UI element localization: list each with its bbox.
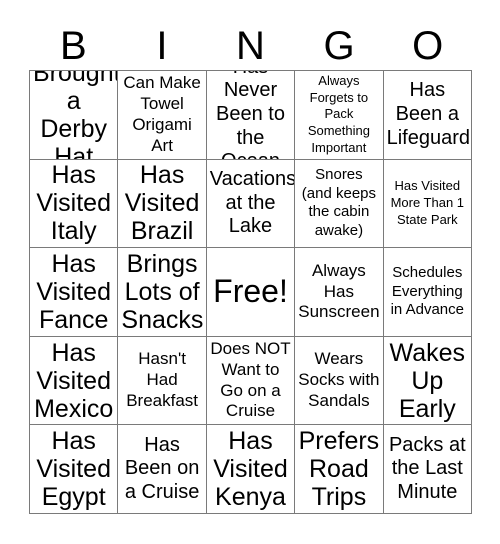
bingo-cell-text: Can Make Towel Origami Art xyxy=(123,73,201,155)
bingo-cell-text: Always Has Sunscreen xyxy=(298,260,380,322)
bingo-cell-text: Hasn't Had Breakfast xyxy=(126,349,198,410)
bingo-cell-text: Has Visited Kenya xyxy=(213,427,288,512)
bingo-card: B I N G O Brought a Derby Hat Can Make T… xyxy=(0,0,500,544)
bingo-cell-o4[interactable]: Wakes Up Early xyxy=(383,336,472,426)
bingo-cell-text: Has Never Been to the Ocean xyxy=(216,71,285,159)
bingo-cell-n5[interactable]: Has Visited Kenya xyxy=(206,425,296,514)
bingo-cell-g5[interactable]: Prefers Road Trips xyxy=(295,425,384,514)
bingo-cell-text: Wakes Up Early xyxy=(389,338,466,423)
bingo-header: B I N G O xyxy=(29,22,472,70)
bingo-cell-text: Wears Socks with Sandals xyxy=(298,349,380,410)
bingo-cell-text: Does NOT Want to Go on a Cruise xyxy=(210,339,291,421)
bingo-cell-text: Has Visited Egypt xyxy=(36,427,111,512)
bingo-cell-free-space[interactable]: Free! xyxy=(206,248,296,337)
bingo-grid: Brought a Derby Hat Can Make Towel Origa… xyxy=(29,70,472,514)
bingo-cell-i3[interactable]: Brings Lots of Snacks xyxy=(118,248,207,337)
bingo-cell-n4[interactable]: Does NOT Want to Go on a Cruise xyxy=(206,336,296,426)
bingo-cell-text: Has Visited Italy xyxy=(36,161,111,246)
bingo-header-letter-i: I xyxy=(156,24,168,68)
bingo-cell-b4[interactable]: Has Visited Mexico xyxy=(30,336,119,426)
bingo-cell-o3[interactable]: Schedules Everything in Advance xyxy=(383,248,472,337)
bingo-header-letter-g: G xyxy=(323,24,355,68)
bingo-cell-g4[interactable]: Wears Socks with Sandals xyxy=(295,336,384,426)
bingo-cell-text: Has Visited Mexico xyxy=(34,338,114,423)
bingo-cell-text: Brought a Derby Hat xyxy=(33,71,119,160)
bingo-cell-text: Vacations at the Lake xyxy=(209,168,296,238)
bingo-cell-g3[interactable]: Always Has Sunscreen xyxy=(295,248,384,337)
bingo-cell-n2[interactable]: Vacations at the Lake xyxy=(206,159,296,249)
bingo-cell-g1[interactable]: Always Forgets to Pack Something Importa… xyxy=(295,71,384,160)
bingo-cell-text: Free! xyxy=(213,273,288,310)
bingo-cell-o1[interactable]: Has Been a Lifeguard xyxy=(383,71,472,160)
bingo-cell-b3[interactable]: Has Visited Fance xyxy=(30,248,119,337)
bingo-cell-g2[interactable]: Snores (and keeps the cabin awake) xyxy=(295,159,384,249)
bingo-header-letter-b: B xyxy=(59,24,87,68)
bingo-cell-i5[interactable]: Has Been on a Cruise xyxy=(118,425,207,514)
bingo-cell-text: Always Forgets to Pack Something Importa… xyxy=(307,73,370,155)
bingo-cell-b5[interactable]: Has Visited Egypt xyxy=(30,425,119,514)
bingo-cell-text: Packs at the Last Minute xyxy=(388,433,466,503)
bingo-cell-text: Has Visited Brazil xyxy=(124,161,200,246)
bingo-cell-text: Has Been a Lifeguard xyxy=(386,79,470,149)
bingo-cell-text: Schedules Everything in Advance xyxy=(390,264,464,319)
bingo-cell-b1[interactable]: Brought a Derby Hat xyxy=(30,71,119,160)
bingo-cell-i2[interactable]: Has Visited Brazil xyxy=(118,159,207,249)
bingo-cell-text: Has Visited Fance xyxy=(36,250,111,334)
bingo-cell-o2[interactable]: Has Visited More Than 1 State Park xyxy=(383,159,472,249)
bingo-cell-text: Has Visited More Than 1 State Park xyxy=(390,178,465,227)
bingo-cell-o5[interactable]: Packs at the Last Minute xyxy=(383,425,472,514)
bingo-cell-text: Has Been on a Cruise xyxy=(124,433,200,503)
bingo-cell-b2[interactable]: Has Visited Italy xyxy=(30,159,119,249)
bingo-cell-i1[interactable]: Can Make Towel Origami Art xyxy=(118,71,207,160)
bingo-cell-text: Brings Lots of Snacks xyxy=(121,250,204,334)
bingo-cell-text: Prefers Road Trips xyxy=(298,427,380,512)
bingo-cell-n1[interactable]: Has Never Been to the Ocean xyxy=(206,71,296,160)
bingo-header-letter-n: N xyxy=(236,24,265,68)
bingo-header-letter-o: O xyxy=(412,24,444,68)
bingo-cell-i4[interactable]: Hasn't Had Breakfast xyxy=(118,336,207,426)
bingo-cell-text: Snores (and keeps the cabin awake) xyxy=(301,166,376,239)
